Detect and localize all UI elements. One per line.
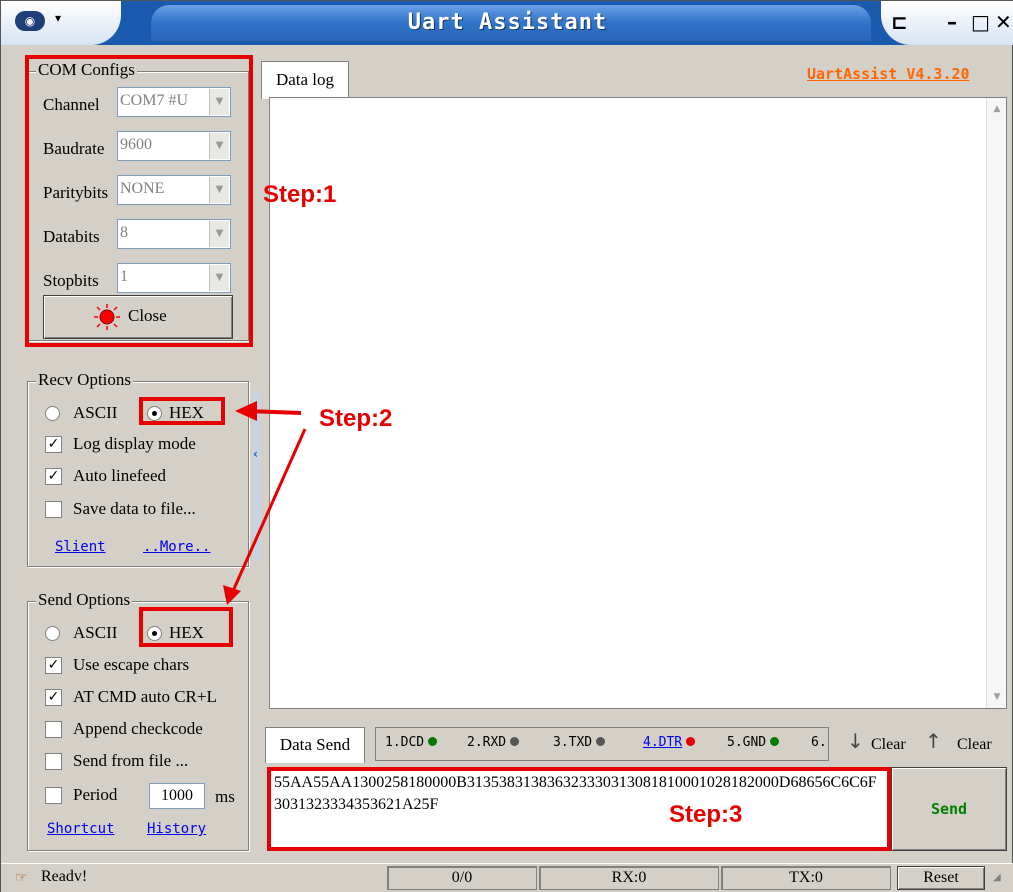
annotation-arrows [223,401,307,605]
step2-arrowhead-recv [235,401,257,421]
step2-arrowhead-send [223,585,241,605]
uart-assistant-window: ◉ ▾ Uart Assistant ⊏ – □ ✕ COM Configs C… [0,0,1013,892]
step2-arrow-to-send-hex [231,428,307,592]
